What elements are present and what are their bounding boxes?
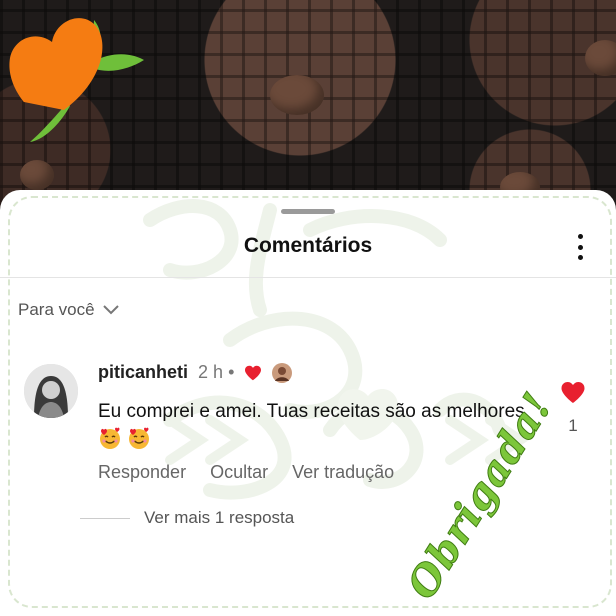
- like-count: 1: [568, 416, 578, 435]
- comment-body: Eu comprei e amei. Tuas receitas são as …: [98, 398, 538, 456]
- smiling-face-with-hearts-icon: [129, 427, 150, 449]
- comment-username[interactable]: piticanheti: [98, 362, 188, 383]
- translate-button[interactable]: Ver tradução: [292, 462, 394, 483]
- avatar-photo: [24, 364, 78, 418]
- creator-liked-heart-icon: [245, 365, 262, 380]
- chocolate-chip: [20, 160, 54, 190]
- chevron-down-icon: [102, 305, 119, 315]
- sort-filter-dropdown[interactable]: Para você: [18, 300, 119, 320]
- header-divider: [0, 277, 616, 278]
- view-replies-button[interactable]: Ver mais 1 resposta: [80, 508, 294, 528]
- chocolate-chip: [270, 75, 324, 115]
- creator-avatar-mini: [272, 362, 293, 383]
- comment-actions: Responder Ocultar Ver tradução: [98, 462, 394, 483]
- reply-button[interactable]: Responder: [98, 462, 186, 483]
- heart-logo-icon: [9, 18, 144, 142]
- comment-time: 2 h •: [198, 362, 235, 382]
- comment-text: Eu comprei e amei. Tuas receitas são as …: [98, 401, 525, 422]
- replies-line: [80, 517, 130, 519]
- drag-handle[interactable]: [281, 209, 335, 214]
- filter-label: Para você: [18, 300, 95, 319]
- smiling-face-with-hearts-icon: [100, 427, 120, 449]
- avatar[interactable]: [24, 364, 78, 418]
- sheet-title: Comentários: [243, 234, 373, 257]
- hide-button[interactable]: Ocultar: [210, 462, 268, 483]
- view-replies-label: Ver mais 1 resposta: [144, 508, 295, 527]
- more-options-icon[interactable]: [570, 232, 590, 262]
- comment-meta: piticanheti 2 h •: [98, 362, 293, 383]
- heart-icon[interactable]: [560, 381, 586, 404]
